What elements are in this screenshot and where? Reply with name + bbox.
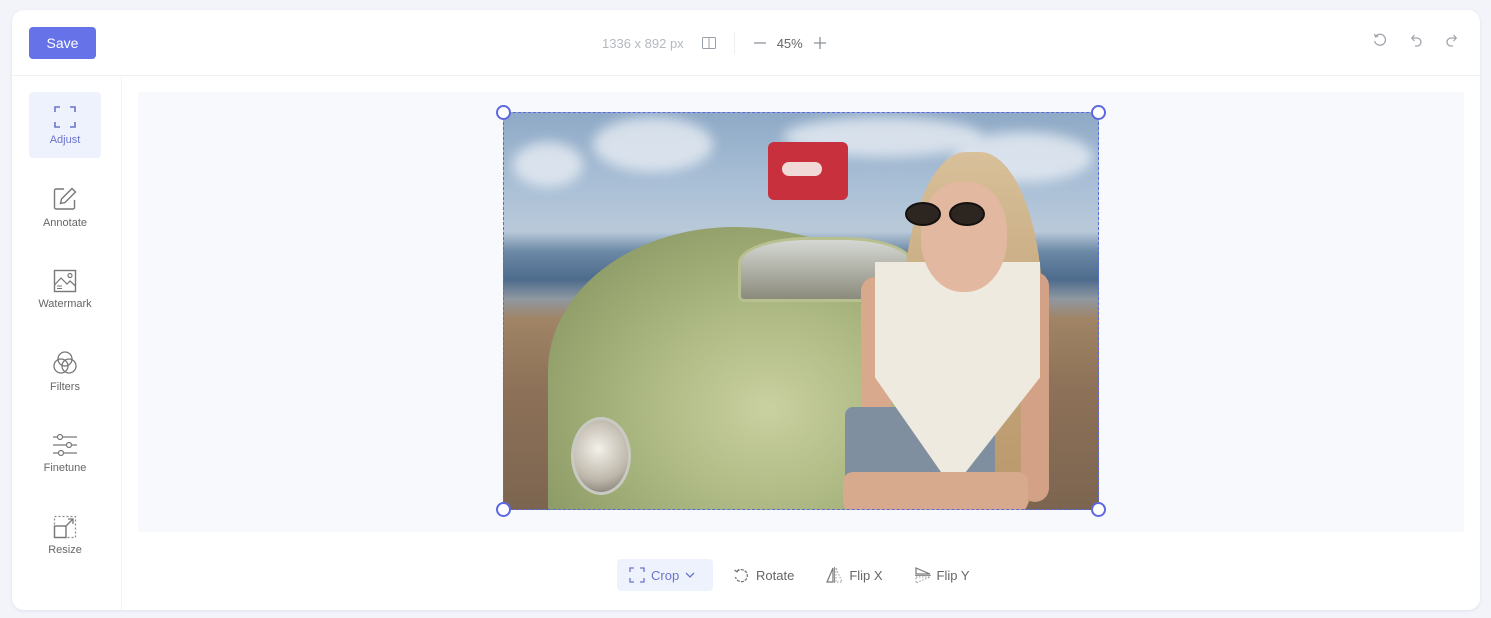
rotate-tool-label: Rotate	[756, 567, 795, 583]
crop-frame-icon	[54, 105, 76, 128]
flip-y-tool-label: Flip Y	[936, 567, 970, 583]
zoom-in-button[interactable]	[813, 36, 827, 50]
flip-y-tool-button[interactable]: Flip Y	[903, 559, 982, 591]
adjust-tools: Crop Rotate Flip X Flip Y	[617, 559, 990, 591]
toolbar-divider	[733, 32, 735, 54]
top-toolbar: Save 1336 x 892 px 45%	[12, 10, 1480, 76]
view-controls: 1336 x 892 px 45%	[602, 30, 827, 56]
sidebar-item-label: Annotate	[42, 216, 88, 229]
sidebar-item-label: Finetune	[43, 461, 87, 474]
image-editor-window: Save 1336 x 892 px 45% Adjust Annotate W…	[12, 10, 1480, 610]
rotate-tool-button[interactable]: Rotate	[721, 559, 806, 591]
crop-handle-top-right[interactable]	[1091, 105, 1106, 120]
undo-icon	[1410, 34, 1422, 47]
redo-icon	[1446, 34, 1458, 47]
zoom-level: 45%	[776, 35, 803, 51]
resize-icon	[53, 515, 77, 538]
sidebar-item-annotate[interactable]: Annotate	[29, 174, 101, 240]
filters-circles-icon	[53, 350, 77, 374]
sidebar-item-filters[interactable]: Filters	[29, 338, 101, 404]
sidebar-item-finetune[interactable]: Finetune	[29, 420, 101, 486]
pencil-icon	[53, 187, 77, 210]
sidebar-item-label: Resize	[48, 543, 82, 556]
sidebar-item-watermark[interactable]: Watermark	[29, 256, 101, 322]
plus-icon	[813, 37, 826, 49]
undo-button[interactable]	[1408, 32, 1424, 48]
sidebar-item-resize[interactable]: Resize	[29, 502, 101, 568]
image-dimensions: 1336 x 892 px	[602, 35, 684, 51]
reset-icon	[1373, 33, 1387, 46]
crop-tool-button[interactable]: Crop	[617, 559, 713, 591]
flip-x-icon	[826, 567, 844, 583]
crop-tool-label: Crop	[651, 567, 680, 583]
image-watermark-icon	[53, 269, 77, 292]
tool-sidebar: Adjust Annotate Watermark Filters Finetu…	[12, 77, 122, 610]
crop-selection[interactable]	[503, 112, 1099, 510]
save-button[interactable]: Save	[29, 27, 96, 59]
sliders-icon	[53, 433, 77, 456]
minus-icon	[753, 42, 766, 44]
sidebar-item-adjust[interactable]: Adjust	[29, 92, 101, 158]
sidebar-item-label: Adjust	[49, 133, 81, 146]
sidebar-item-label: Watermark	[38, 297, 92, 310]
flip-x-tool-label: Flip X	[849, 567, 883, 583]
zoom-out-button[interactable]	[753, 36, 767, 50]
reset-button[interactable]	[1372, 32, 1388, 48]
sidebar-item-label: Filters	[50, 380, 80, 393]
history-controls	[1372, 32, 1460, 48]
split-view-icon[interactable]	[701, 37, 716, 49]
crop-handle-bottom-right[interactable]	[1091, 502, 1106, 517]
crop-handle-bottom-left[interactable]	[496, 502, 511, 517]
flip-x-tool-button[interactable]: Flip X	[814, 559, 894, 591]
crop-icon	[629, 567, 645, 583]
editor-canvas	[138, 92, 1464, 532]
redo-button[interactable]	[1444, 32, 1460, 48]
crop-handle-top-left[interactable]	[496, 105, 511, 120]
rotate-icon	[734, 568, 748, 582]
chevron-down-icon	[685, 572, 695, 578]
flip-y-icon	[914, 566, 931, 584]
